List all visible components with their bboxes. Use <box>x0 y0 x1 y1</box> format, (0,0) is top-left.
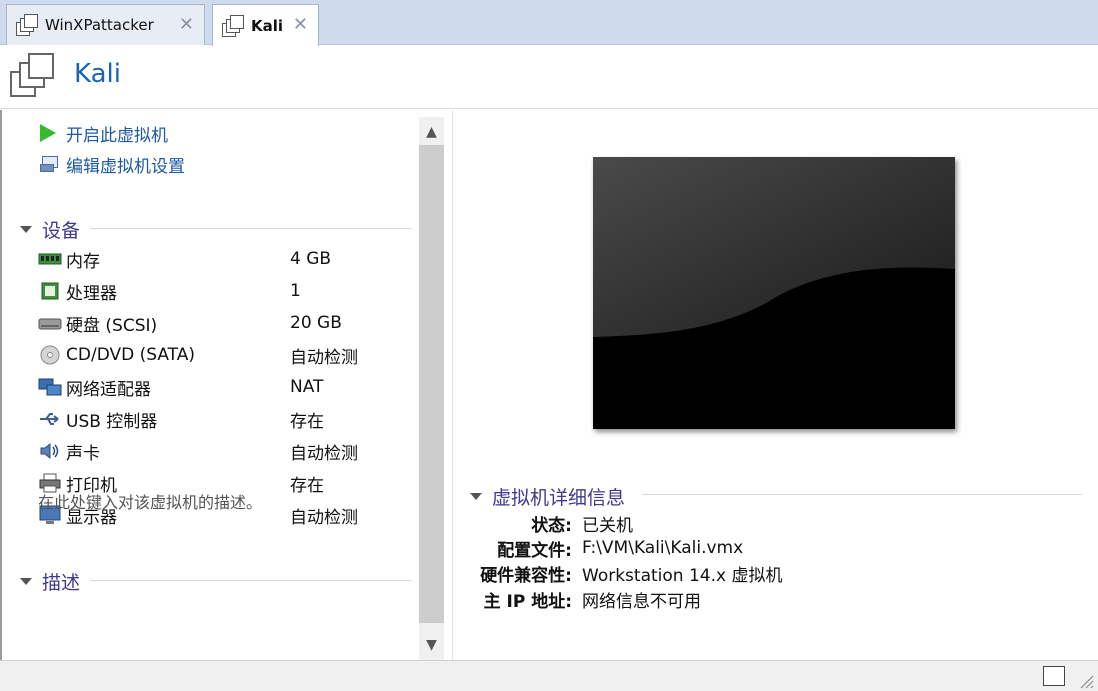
play-icon <box>40 124 56 142</box>
detail-row-status: 状态: 已关机 <box>470 511 1070 536</box>
cpu-icon <box>38 281 62 301</box>
device-label: 处理器 <box>66 283 117 304</box>
device-row-cpu[interactable]: 处理器 1 <box>38 279 378 304</box>
collapse-icon <box>470 493 482 500</box>
section-divider <box>90 580 412 581</box>
vm-icon <box>10 53 58 101</box>
cd-icon <box>38 345 62 365</box>
close-icon[interactable]: ✕ <box>179 14 194 35</box>
detail-key: 状态: <box>531 515 572 536</box>
status-bar <box>0 660 1098 691</box>
resize-grip-icon[interactable] <box>1076 671 1094 689</box>
sound-icon <box>38 441 62 461</box>
device-row-usb[interactable]: USB 控制器 存在 <box>38 407 378 432</box>
note-icon[interactable] <box>1043 666 1065 686</box>
device-value: 自动检测 <box>290 347 358 368</box>
section-divider <box>90 228 412 229</box>
device-value: 自动检测 <box>290 443 358 464</box>
scroll-up-icon[interactable]: ▲ <box>419 119 444 145</box>
tab-label: Kali <box>251 16 284 35</box>
device-row-sound[interactable]: 声卡 自动检测 <box>38 439 378 464</box>
detail-row-compat: 硬件兼容性: Workstation 14.x 虚拟机 <box>470 561 1070 586</box>
usb-icon <box>38 409 62 429</box>
details-heading: 虚拟机详细信息 <box>492 487 626 509</box>
harddisk-icon <box>38 313 62 333</box>
tab-kali[interactable]: Kali ✕ <box>212 4 319 46</box>
device-label: 硬盘 (SCSI) <box>66 315 158 336</box>
detail-value: F:\VM\Kali\Kali.vmx <box>582 538 744 558</box>
edit-settings-button[interactable]: 编辑虚拟机设置 <box>40 152 185 177</box>
edit-settings-label: 编辑虚拟机设置 <box>66 156 185 177</box>
tab-winxpattacker[interactable]: WinXPattacker ✕ <box>6 4 205 45</box>
memory-icon <box>38 249 62 269</box>
scrollbar-thumb[interactable] <box>419 145 444 623</box>
device-value: 20 GB <box>290 313 342 333</box>
device-value: 4 GB <box>290 249 332 269</box>
device-label: CD/DVD (SATA) <box>66 345 195 365</box>
collapse-icon <box>20 226 32 233</box>
vm-tab-icon <box>221 14 245 38</box>
devices-heading: 设备 <box>42 220 81 242</box>
device-row-cddvd[interactable]: CD/DVD (SATA) 自动检测 <box>38 343 378 368</box>
scroll-down-icon[interactable]: ▼ <box>419 632 444 658</box>
description-field[interactable]: 在此处键入对该虚拟机的描述。 <box>38 489 262 513</box>
detail-key: 配置文件: <box>497 540 572 561</box>
page-title: Kali <box>74 59 121 89</box>
device-row-harddisk[interactable]: 硬盘 (SCSI) 20 GB <box>38 311 378 336</box>
device-value: 存在 <box>290 475 324 496</box>
collapse-icon <box>20 578 32 585</box>
vm-header: Kali <box>0 45 1098 109</box>
device-label: 网络适配器 <box>66 379 151 400</box>
details-section-toggle[interactable]: 虚拟机详细信息 <box>470 483 625 510</box>
device-label: 声卡 <box>66 443 100 464</box>
left-pane-scrollbar[interactable]: ▲ ▼ <box>419 117 444 660</box>
device-row-network[interactable]: 网络适配器 NAT <box>38 375 378 400</box>
vm-screen-thumbnail[interactable] <box>593 157 955 429</box>
vm-tab-icon <box>15 13 39 37</box>
tab-label: WinXPattacker <box>45 16 154 34</box>
tab-strip: WinXPattacker ✕ Kali ✕ <box>0 0 1098 46</box>
device-label: USB 控制器 <box>66 411 158 432</box>
detail-value: 已关机 <box>582 515 633 536</box>
device-value: 存在 <box>290 411 324 432</box>
description-heading: 描述 <box>42 572 81 594</box>
device-value: NAT <box>290 377 324 397</box>
detail-value: Workstation 14.x 虚拟机 <box>582 565 783 586</box>
detail-key: 主 IP 地址: <box>483 591 572 612</box>
description-section-toggle[interactable]: 描述 <box>20 568 80 595</box>
device-row-memory[interactable]: 内存 4 GB <box>38 247 378 272</box>
power-on-button[interactable]: 开启此虚拟机 <box>40 121 168 146</box>
detail-row-config: 配置文件: F:\VM\Kali\Kali.vmx <box>470 536 1070 561</box>
device-label: 内存 <box>66 251 100 272</box>
detail-value: 网络信息不可用 <box>582 591 701 612</box>
pane-divider <box>452 110 453 660</box>
detail-row-ip: 主 IP 地址: 网络信息不可用 <box>470 587 1070 612</box>
section-divider <box>642 494 1082 495</box>
settings-icon <box>40 154 62 174</box>
power-on-label: 开启此虚拟机 <box>66 125 168 146</box>
close-icon[interactable]: ✕ <box>293 14 308 35</box>
device-value: 1 <box>290 281 301 301</box>
device-value: 自动检测 <box>290 507 358 528</box>
detail-key: 硬件兼容性: <box>480 565 572 586</box>
network-icon <box>38 377 62 397</box>
devices-section-toggle[interactable]: 设备 <box>20 216 80 243</box>
pane-border <box>0 110 2 660</box>
